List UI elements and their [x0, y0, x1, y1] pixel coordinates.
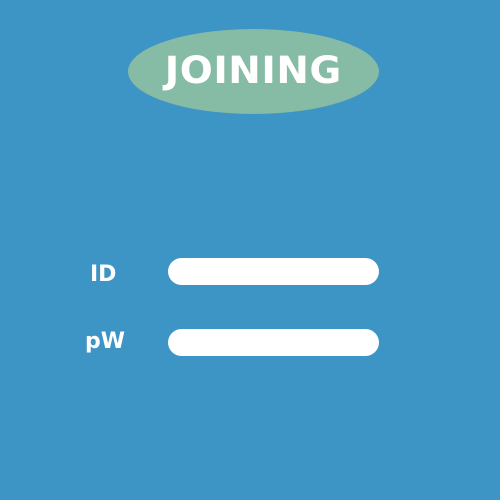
password-label: pW: [85, 329, 126, 354]
password-input[interactable]: [168, 329, 379, 356]
page-title: JOINING: [165, 49, 342, 92]
id-label: ID: [90, 262, 117, 287]
title-banner: JOINING: [128, 29, 379, 114]
id-input[interactable]: [168, 258, 379, 285]
